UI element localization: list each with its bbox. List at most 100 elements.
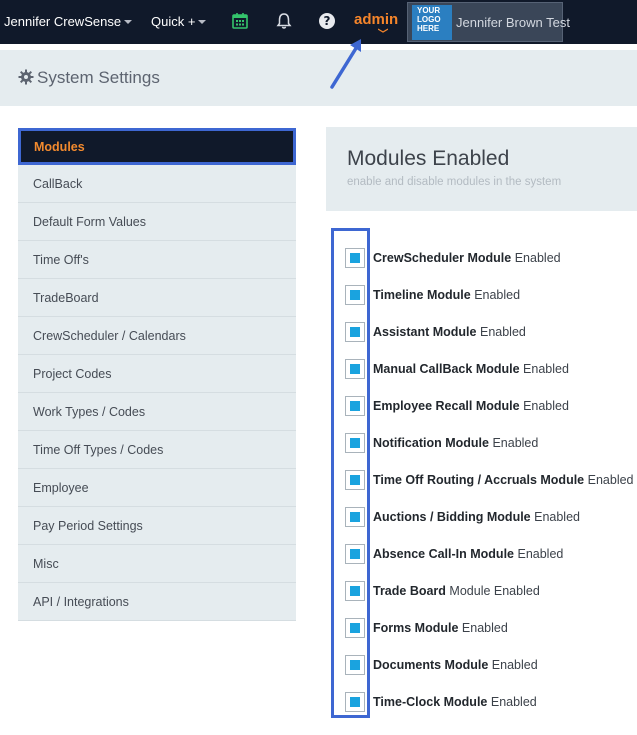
module-status: Enabled bbox=[492, 436, 539, 450]
module-checkbox[interactable] bbox=[345, 470, 365, 490]
module-status: Enabled bbox=[461, 621, 508, 635]
module-label: Manual CallBack Module Enabled bbox=[373, 362, 569, 376]
module-name: Timeline Module bbox=[373, 288, 471, 302]
module-checkbox[interactable] bbox=[345, 433, 365, 453]
module-checkbox[interactable] bbox=[345, 618, 365, 638]
module-name: Assistant Module bbox=[373, 325, 477, 339]
account-name: Jennifer Brown Test bbox=[456, 15, 570, 30]
module-name: Trade Board bbox=[373, 584, 446, 598]
module-label: Timeline Module Enabled bbox=[373, 288, 520, 302]
admin-link[interactable]: admin bbox=[354, 11, 398, 28]
checkbox-checked-icon bbox=[350, 660, 360, 670]
module-checkbox[interactable] bbox=[345, 581, 365, 601]
page-header: System Settings bbox=[0, 50, 637, 106]
module-status: Enabled bbox=[479, 325, 526, 339]
gear-icon bbox=[18, 69, 34, 85]
checkbox-checked-icon bbox=[350, 475, 360, 485]
settings-sidebar: Modules CallBack Default Form Values Time O… bbox=[18, 128, 296, 621]
calendar-icon[interactable] bbox=[231, 11, 249, 31]
module-label: Auctions / Bidding Module Enabled bbox=[373, 510, 580, 524]
annotation-arrow-icon bbox=[330, 39, 361, 89]
module-name: Documents Module bbox=[373, 658, 489, 672]
module-label: Assistant Module Enabled bbox=[373, 325, 526, 339]
sidebar-item[interactable]: Time Off Types / Codes bbox=[18, 431, 296, 469]
checkbox-checked-icon bbox=[350, 697, 360, 707]
module-name: CrewScheduler Module bbox=[373, 251, 512, 265]
checkbox-checked-icon bbox=[350, 549, 360, 559]
logo-line: YOUR bbox=[417, 6, 441, 15]
sidebar-item[interactable]: CallBack bbox=[18, 165, 296, 203]
checkbox-checked-icon bbox=[350, 401, 360, 411]
module-status: Enabled bbox=[523, 362, 569, 376]
user-name: Jennifer CrewSense bbox=[4, 14, 122, 29]
module-label: CrewScheduler Module Enabled bbox=[373, 251, 561, 265]
module-checkbox[interactable] bbox=[345, 396, 365, 416]
checkbox-checked-icon bbox=[350, 364, 360, 374]
module-status: Enabled bbox=[491, 658, 538, 672]
logo-line: LOGO bbox=[417, 15, 441, 24]
module-label: Documents Module Enabled bbox=[373, 658, 538, 672]
sidebar-item[interactable]: API / Integrations bbox=[18, 583, 296, 621]
sidebar-item[interactable]: CrewScheduler / Calendars bbox=[18, 317, 296, 355]
module-label: Time-Clock Module Enabled bbox=[373, 695, 537, 709]
module-checkbox[interactable] bbox=[345, 248, 365, 268]
sidebar-item[interactable]: TradeBoard bbox=[18, 279, 296, 317]
chevron-down-icon bbox=[124, 20, 133, 24]
module-label: Absence Call-In Module Enabled bbox=[373, 547, 563, 561]
quick-add-menu[interactable]: Quick + bbox=[151, 14, 207, 29]
module-checkbox[interactable] bbox=[345, 544, 365, 564]
checkbox-checked-icon bbox=[350, 290, 360, 300]
module-name: Time-Clock Module bbox=[373, 695, 488, 709]
sidebar-item[interactable]: Default Form Values bbox=[18, 203, 296, 241]
module-label: Employee Recall Module Enabled bbox=[373, 399, 569, 413]
chevron-down-icon bbox=[198, 20, 207, 24]
module-name: Auctions / Bidding Module bbox=[373, 510, 531, 524]
checkbox-checked-icon bbox=[350, 327, 360, 337]
user-menu[interactable]: Jennifer CrewSense bbox=[4, 14, 133, 29]
module-label: Time Off Routing / Accruals Module Enabl… bbox=[373, 473, 634, 487]
quick-add-label: Quick + bbox=[151, 14, 196, 29]
module-status: Enabled bbox=[523, 399, 569, 413]
sidebar-item[interactable]: Project Codes bbox=[18, 355, 296, 393]
module-label: Forms Module Enabled bbox=[373, 621, 508, 635]
checkbox-checked-icon bbox=[350, 623, 360, 633]
page-title: System Settings bbox=[18, 68, 160, 88]
module-checkbox[interactable] bbox=[345, 655, 365, 675]
section-title: Modules Enabled bbox=[347, 147, 510, 170]
module-checkbox[interactable] bbox=[345, 322, 365, 342]
company-logo: YOUR LOGO HERE bbox=[412, 5, 452, 40]
module-status: Enabled bbox=[587, 473, 634, 487]
checkbox-checked-icon bbox=[350, 438, 360, 448]
module-name: Notification Module bbox=[373, 436, 489, 450]
module-name: Absence Call-In Module bbox=[373, 547, 514, 561]
module-name: Employee Recall Module bbox=[373, 399, 520, 413]
module-status: Module Enabled bbox=[449, 584, 540, 598]
module-name: Forms Module bbox=[373, 621, 459, 635]
module-status: Enabled bbox=[474, 288, 521, 302]
help-icon[interactable]: ? bbox=[318, 11, 336, 31]
module-checkbox[interactable] bbox=[345, 692, 365, 712]
checkbox-checked-icon bbox=[350, 512, 360, 522]
admin-underline-icon bbox=[378, 28, 388, 33]
svg-text:?: ? bbox=[324, 14, 331, 28]
bell-icon[interactable] bbox=[275, 11, 293, 31]
sidebar-item[interactable]: Employee bbox=[18, 469, 296, 507]
module-status: Enabled bbox=[490, 695, 537, 709]
sidebar-item[interactable]: Misc bbox=[18, 545, 296, 583]
module-name: Manual CallBack Module bbox=[373, 362, 520, 376]
module-label: Notification Module Enabled bbox=[373, 436, 538, 450]
checkbox-checked-icon bbox=[350, 586, 360, 596]
sidebar-item[interactable]: Work Types / Codes bbox=[18, 393, 296, 431]
module-checkbox[interactable] bbox=[345, 359, 365, 379]
checkbox-checked-icon bbox=[350, 253, 360, 263]
sidebar-item[interactable]: Time Off's bbox=[18, 241, 296, 279]
page-title-text: System Settings bbox=[37, 68, 160, 87]
account-switcher[interactable]: YOUR LOGO HERE Jennifer Brown Test bbox=[407, 2, 570, 42]
sidebar-item[interactable]: Pay Period Settings bbox=[18, 507, 296, 545]
sidebar-item[interactable]: Modules bbox=[18, 128, 296, 165]
module-status: Enabled bbox=[514, 251, 561, 265]
top-navbar: Jennifer CrewSense Quick + ? admin YOUR … bbox=[0, 0, 637, 44]
module-checkbox[interactable] bbox=[345, 285, 365, 305]
module-checkbox[interactable] bbox=[345, 507, 365, 527]
module-status: Enabled bbox=[517, 547, 564, 561]
